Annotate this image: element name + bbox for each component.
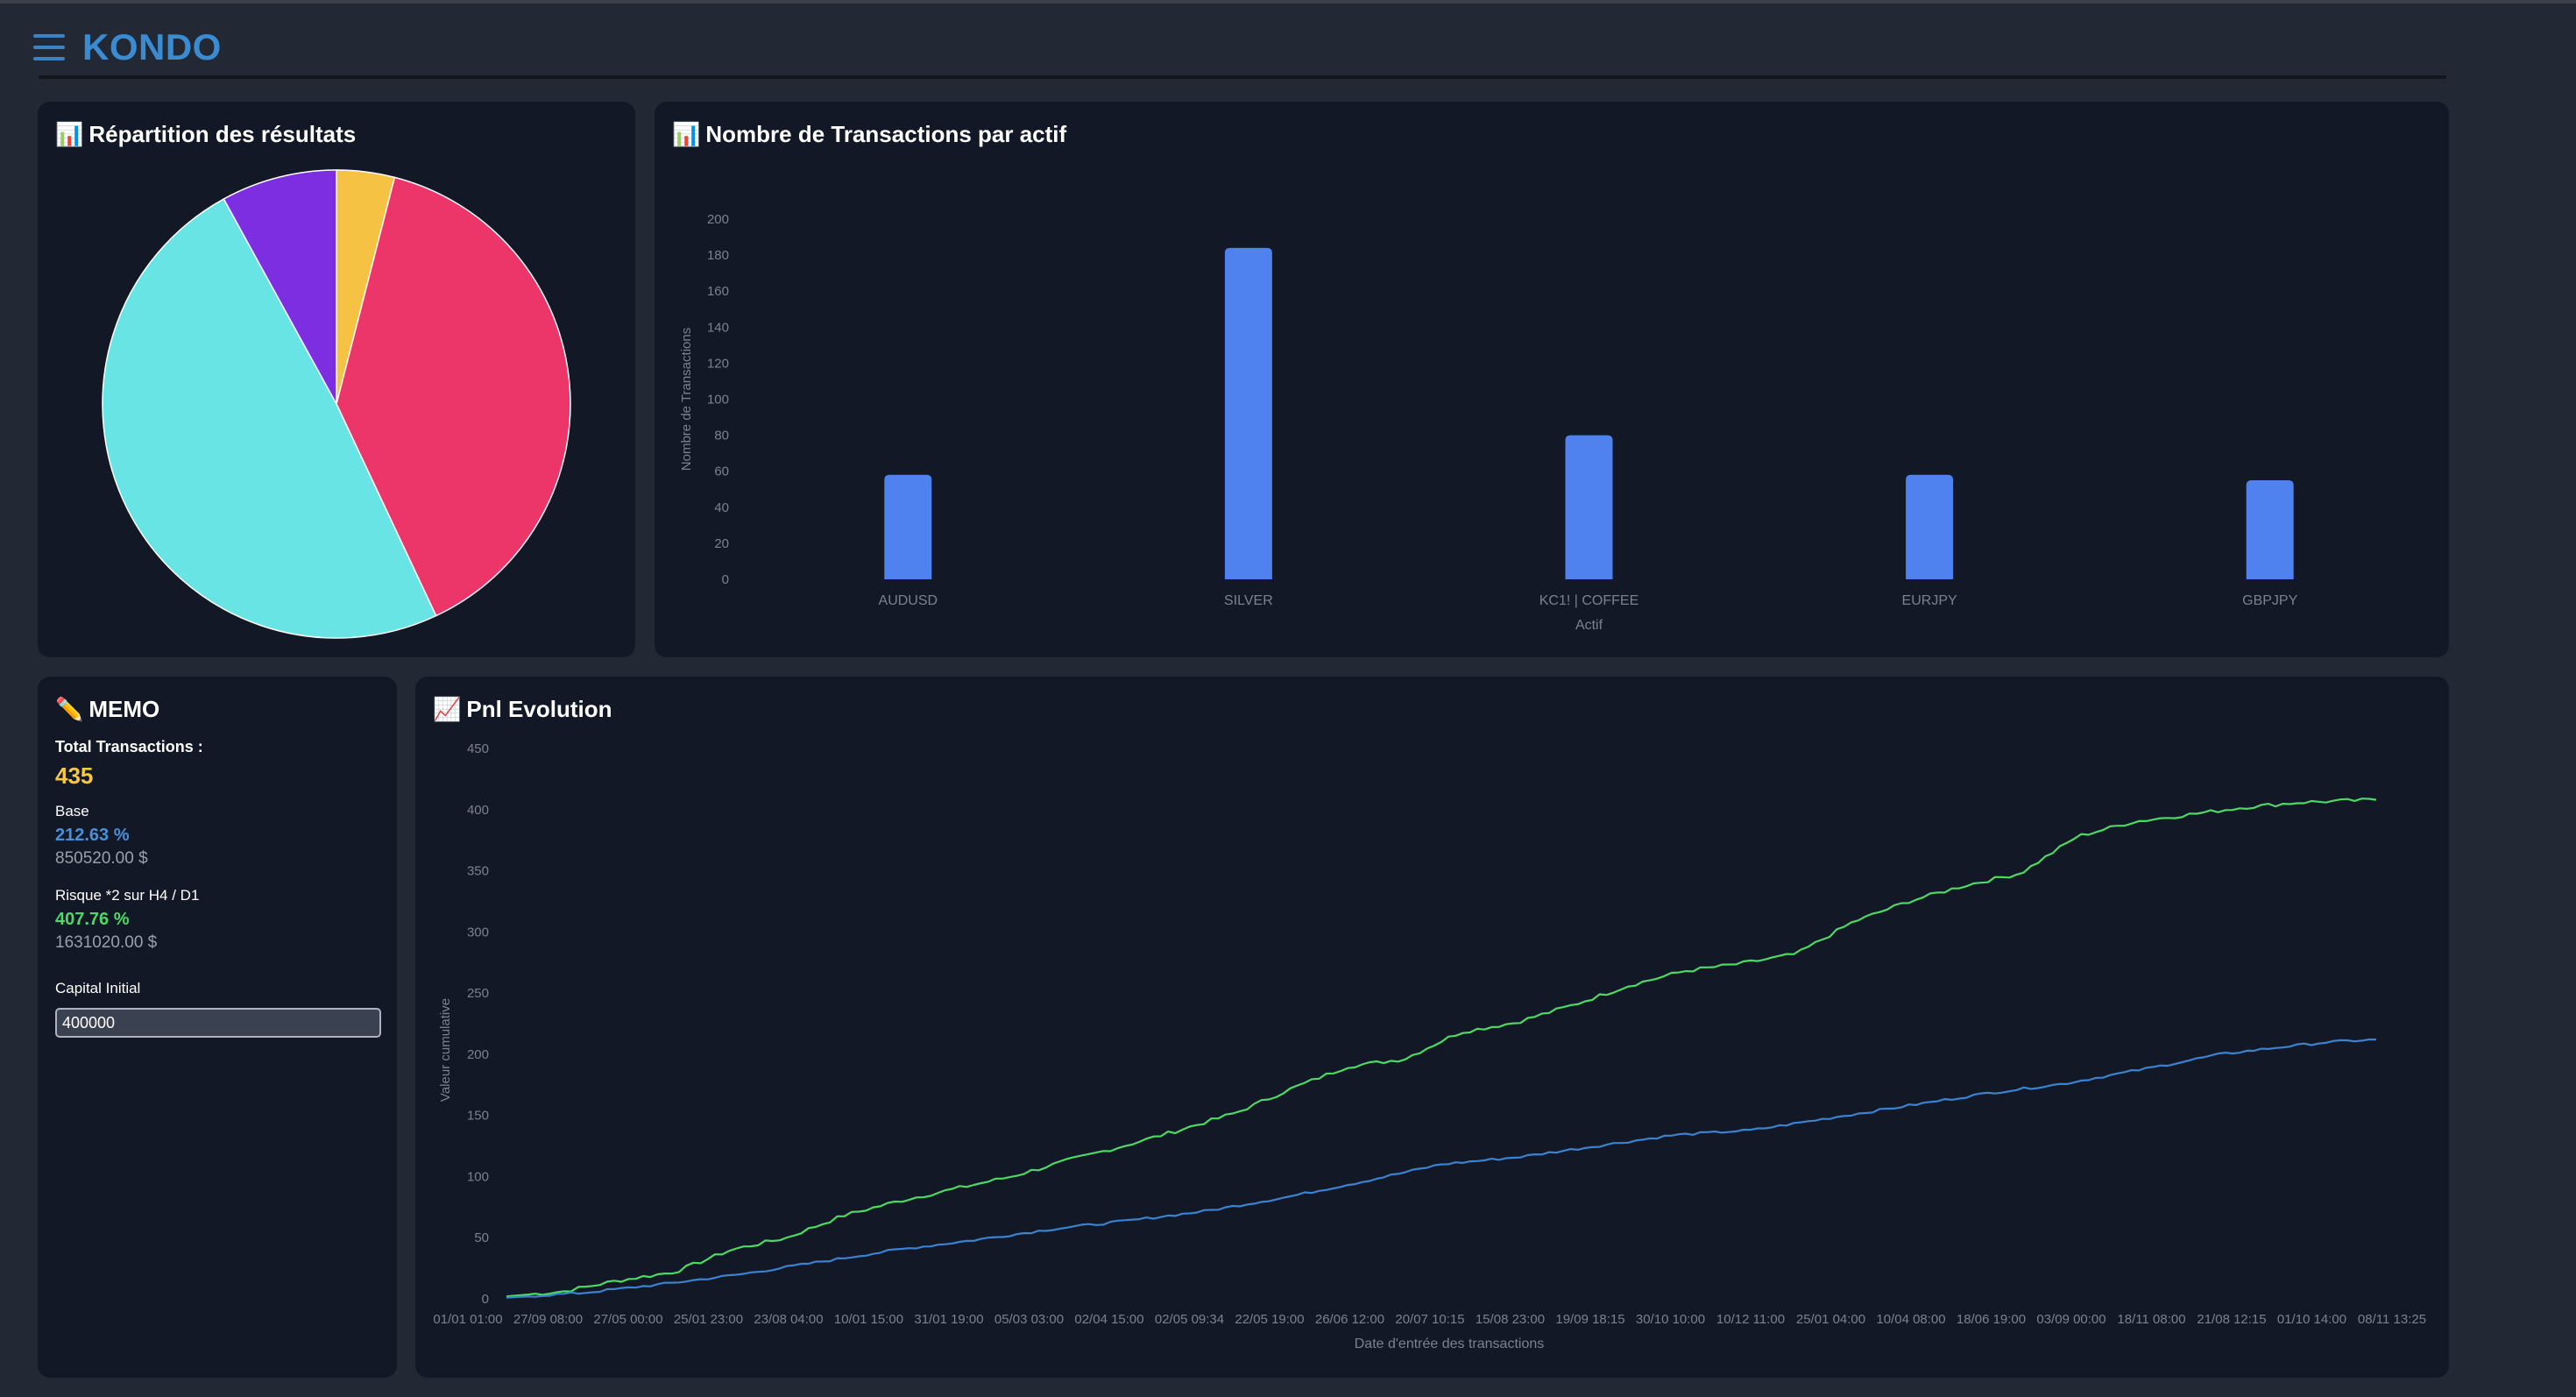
y-tick-label: 40 <box>714 500 729 515</box>
x-axis-title: Actif <box>1575 618 1603 633</box>
pnl-evolution-card: 📈 Pnl Evolution 0 50 100 150 200 250 300 350 400 4… <box>415 677 2449 1378</box>
bar-AUDUSD[interactable] <box>884 474 932 579</box>
x-tick-label: KC1! | COFFEE <box>1539 593 1639 608</box>
x-tick-label: 01/10 14:00 <box>2277 1312 2346 1327</box>
risk-percentage: 407.76 % <box>55 910 130 929</box>
x-tick-label: 22/05 19:00 <box>1235 1312 1304 1327</box>
y-axis-title: Nombre de Transactions <box>679 328 694 471</box>
x-tick-label: SILVER <box>1224 593 1273 608</box>
y-tick-label: 350 <box>467 864 489 879</box>
x-tick-label: 26/06 12:00 <box>1315 1312 1384 1327</box>
y-tick-label: 300 <box>467 925 489 940</box>
x-tick-label: 01/01 01:00 <box>433 1312 502 1327</box>
x-tick-label: 02/05 09:34 <box>1155 1312 1224 1327</box>
y-tick-label: 450 <box>467 741 489 756</box>
y-tick-label: 200 <box>467 1047 489 1062</box>
x-tick-label: 03/09 00:00 <box>2036 1312 2105 1327</box>
y-tick-label: 20 <box>714 536 729 551</box>
y-tick-label: 100 <box>707 393 729 408</box>
y-tick-label: 250 <box>467 986 489 1001</box>
x-axis-title: Date d'entrée des transactions <box>1355 1337 1545 1351</box>
total-transactions-label: Total Transactions : <box>55 738 203 755</box>
y-tick-label: 400 <box>467 803 489 818</box>
x-tick-label: EURJPY <box>1902 593 1957 608</box>
pnl-line-chart: 0 50 100 150 200 250 300 350 400 450 01/01 01:00 27… <box>433 741 2426 1351</box>
window-top-border <box>0 0 2576 4</box>
bar-KC1! | COFFEE[interactable] <box>1565 435 1613 579</box>
y-tick-label: 100 <box>467 1169 489 1184</box>
x-tick-label: 08/11 13:25 <box>2358 1312 2426 1327</box>
x-tick-label: 10/04 08:00 <box>1876 1312 1945 1327</box>
y-tick-label: 160 <box>707 284 729 299</box>
pnl-line-1[interactable] <box>506 1038 2377 1299</box>
x-tick-label: 27/09 08:00 <box>513 1312 583 1327</box>
x-tick-label: 25/01 23:00 <box>674 1312 743 1327</box>
app-brand[interactable]: KONDO <box>82 26 222 68</box>
x-tick-label: 30/10 10:00 <box>1636 1312 1705 1327</box>
pencil-icon: ✏️ <box>55 696 84 722</box>
y-tick-label: 200 <box>707 212 729 227</box>
capital-initial-input[interactable] <box>55 1008 381 1038</box>
header-divider <box>39 75 2446 79</box>
menu-icon[interactable] <box>33 34 65 60</box>
x-tick-label: 15/08 23:00 <box>1476 1312 1545 1327</box>
x-tick-label: 19/09 18:15 <box>1555 1312 1624 1327</box>
transactions-per-asset-card: 📊 Nombre de Transactions par actif 0 20 40 6… <box>655 102 2449 657</box>
base-amount: 850520.00 $ <box>55 849 148 868</box>
y-tick-label: 80 <box>714 429 729 443</box>
x-tick-label: 23/08 04:00 <box>754 1312 823 1327</box>
x-tick-label: 05/03 03:00 <box>994 1312 1064 1327</box>
y-tick-label: 180 <box>707 248 729 263</box>
y-tick-label: 140 <box>707 320 729 335</box>
bar-SILVER[interactable] <box>1224 247 1272 579</box>
x-tick-label: 20/07 10:15 <box>1395 1312 1464 1327</box>
card-title: ✏️ MEMO <box>55 696 160 722</box>
results-distribution-card: 📊 Répartition des résultats <box>38 102 635 657</box>
memo-card: ✏️ MEMO Total Transactions : 435 Base 212… <box>38 677 397 1378</box>
x-tick-label: 18/06 19:00 <box>1957 1312 2026 1327</box>
x-tick-label: 21/08 12:15 <box>2197 1312 2266 1327</box>
pie-chart <box>102 169 571 639</box>
bar-chart: 0 20 40 60 80 100 120 140 160 180 200 AUDUSD SILVER K… <box>679 212 2298 633</box>
y-tick-label: 150 <box>467 1109 489 1124</box>
app-header: KONDO <box>33 23 222 72</box>
risk-label: Risque *2 sur H4 / D1 <box>55 887 200 904</box>
total-transactions-value: 435 <box>55 762 94 789</box>
x-tick-label: 31/01 19:00 <box>914 1312 983 1327</box>
y-tick-label: 120 <box>707 356 729 371</box>
base-label: Base <box>55 803 89 819</box>
y-tick-label: 60 <box>714 464 729 479</box>
x-tick-label: GBPJPY <box>2242 593 2297 608</box>
pnl-line-0[interactable] <box>506 798 2377 1298</box>
x-tick-label: AUDUSD <box>879 593 938 608</box>
bar-GBPJPY[interactable] <box>2246 479 2294 579</box>
base-percentage: 212.63 % <box>55 826 130 845</box>
x-tick-label: 02/04 15:00 <box>1074 1312 1143 1327</box>
y-tick-label: 0 <box>722 572 729 587</box>
capital-initial-label: Capital Initial <box>55 980 141 996</box>
x-tick-label: 27/05 00:00 <box>593 1312 662 1327</box>
y-tick-label: 0 <box>482 1292 489 1307</box>
x-tick-label: 25/01 04:00 <box>1796 1312 1865 1327</box>
risk-amount: 1631020.00 $ <box>55 933 158 952</box>
x-tick-label: 10/12 11:00 <box>1716 1312 1785 1327</box>
y-axis-title: Valeur cumulative <box>438 998 453 1102</box>
x-tick-label: 10/01 15:00 <box>834 1312 903 1327</box>
bar-EURJPY[interactable] <box>1906 474 1954 579</box>
x-tick-label: 18/11 08:00 <box>2117 1312 2185 1327</box>
y-tick-label: 50 <box>474 1230 489 1245</box>
